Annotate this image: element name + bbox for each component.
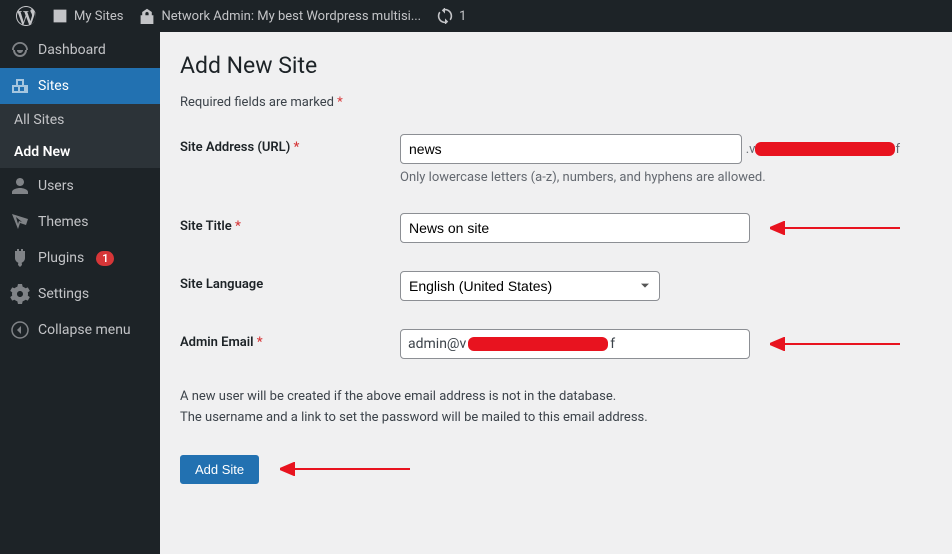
plugins-badge: 1 [96,251,114,266]
sidebar-label: Dashboard [38,42,106,58]
admin-bar-updates[interactable]: 1 [429,0,474,32]
sidebar-label: Themes [38,214,88,230]
field-row-admin-email: Admin Email * admin@v f [180,329,932,359]
sidebar-item-settings[interactable]: Settings [0,276,160,312]
admin-email-input[interactable] [400,329,750,359]
admin-bar-my-sites-label: My Sites [74,9,123,24]
page-title: Add New Site [180,52,932,79]
sidebar-label: Plugins [38,250,84,266]
admin-bar-network-admin-label: Network Admin: My best Wordpress multisi… [161,9,421,24]
annotation-arrow-icon [770,337,900,351]
admin-bar-updates-count: 1 [459,9,466,24]
sidebar-collapse[interactable]: Collapse menu [0,312,160,348]
sidebar-item-plugins[interactable]: Plugins 1 [0,240,160,276]
email-info-block: A new user will be created if the above … [180,387,932,429]
site-title-label: Site Title * [180,213,400,234]
sidebar-subitem-add-new[interactable]: Add New [0,136,160,168]
site-address-help: Only lowercase letters (a-z), numbers, a… [400,170,900,185]
main-content: Add New Site Required fields are marked … [160,32,952,554]
admin-bar-my-sites[interactable]: My Sites [44,0,131,32]
sidebar-label: Settings [38,286,89,302]
sidebar-subitem-all-sites[interactable]: All Sites [0,104,160,136]
annotation-arrow-icon [770,221,900,235]
field-row-site-title: Site Title * [180,213,932,243]
email-info-line2: The username and a link to set the passw… [180,408,932,429]
admin-bar: My Sites Network Admin: My best Wordpres… [0,0,952,32]
site-language-label: Site Language [180,271,400,292]
sidebar-item-users[interactable]: Users [0,168,160,204]
site-address-suffix: .vf [746,142,900,157]
site-address-input[interactable] [400,134,742,164]
admin-sidebar: Dashboard Sites All Sites Add New Users … [0,32,160,554]
sidebar-label: Collapse menu [38,322,131,338]
wp-logo[interactable] [8,0,44,32]
sidebar-item-dashboard[interactable]: Dashboard [0,32,160,68]
admin-bar-network-admin[interactable]: Network Admin: My best Wordpress multisi… [131,0,429,32]
email-info-line1: A new user will be created if the above … [180,387,932,408]
site-title-input[interactable] [400,213,750,243]
sidebar-label: Sites [38,78,69,94]
sidebar-item-sites[interactable]: Sites [0,68,160,104]
required-fields-note: Required fields are marked * [180,95,932,110]
sidebar-item-themes[interactable]: Themes [0,204,160,240]
field-row-site-language: Site Language English (United States) [180,271,932,301]
sidebar-submenu-sites: All Sites Add New [0,104,160,168]
annotation-arrow-icon [280,462,410,476]
sidebar-label: Users [38,178,74,194]
site-language-select[interactable]: English (United States) [400,271,660,301]
admin-email-label: Admin Email * [180,329,400,350]
field-row-site-address: Site Address (URL) * .vf Only lowercase … [180,134,932,185]
add-site-button[interactable]: Add Site [180,455,259,484]
site-address-label: Site Address (URL) * [180,134,400,155]
